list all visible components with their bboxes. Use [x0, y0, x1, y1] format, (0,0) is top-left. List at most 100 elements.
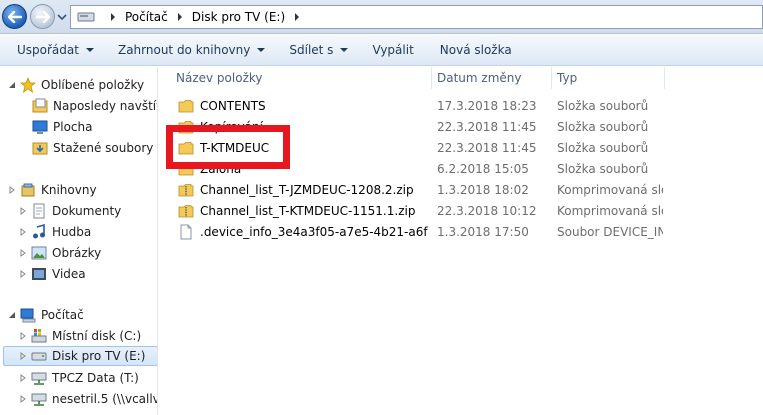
computer-icon [20, 308, 36, 323]
computer-label: Počítač [41, 308, 84, 322]
star-icon [20, 77, 36, 93]
collapse-arrow-icon[interactable] [8, 311, 16, 319]
computer-header[interactable]: Počítač [8, 305, 84, 325]
sidebar-item-disk-e[interactable]: Disk pro TV (E:) [3, 346, 157, 366]
file-icon [180, 224, 192, 239]
arrow-left-icon [7, 10, 22, 23]
organize-button[interactable]: Uspořádat [8, 39, 103, 62]
share-with-label: Sdílet s [289, 43, 334, 57]
file-type: Složka souborů [557, 98, 649, 113]
desktop-icon [32, 120, 48, 134]
expand-arrow-icon[interactable] [19, 207, 27, 215]
file-row[interactable]: .device_info_3e4a3f05-a7e5-4b21-a6f8-c2.… [159, 221, 763, 242]
recent-places-label: Naposledy navštívené [53, 99, 157, 113]
recent-places-icon [32, 98, 48, 113]
expand-arrow-icon[interactable] [19, 374, 27, 382]
tpcz-data-label: TPCZ Data (T:) [52, 371, 139, 385]
desktop-label: Plocha [53, 120, 93, 134]
downloads-folder-icon [32, 142, 48, 155]
chevron-right-icon[interactable] [292, 12, 302, 22]
file-date: 22.3.2018 10:12 [437, 203, 537, 218]
column-divider[interactable] [551, 67, 552, 89]
file-type: Soubor DEVICE_INFO [557, 224, 663, 239]
recent-pages-dropdown[interactable] [57, 11, 67, 23]
chevron-right-icon[interactable] [175, 12, 185, 22]
include-in-library-button[interactable]: Zahrnout do knihovny [109, 39, 274, 62]
network-drive-icon [31, 393, 47, 406]
sidebar-item-music[interactable]: Hudba [19, 222, 91, 242]
music-label: Hudba [52, 225, 92, 239]
organize-label: Uspořádat [17, 43, 79, 57]
column-date-label: Datum změny [437, 71, 522, 85]
column-header-date[interactable]: Datum změny [437, 67, 547, 89]
favorites-label: Oblíbené položky [41, 78, 145, 92]
file-type: Komprimovaná složka [557, 203, 663, 218]
file-type: Složka souborů [557, 119, 649, 134]
chevron-right-icon [111, 13, 115, 21]
breadcrumb-drive[interactable]: Disk pro TV (E:) [192, 10, 285, 24]
address-bar-area: Počítač Disk pro TV (E:) [0, 0, 763, 34]
network-drive-icon [31, 372, 47, 385]
sidebar-item-documents[interactable]: Dokumenty [19, 201, 121, 221]
share-with-button[interactable]: Sdílet s [280, 39, 357, 62]
column-header-name[interactable]: Název položky [176, 67, 431, 89]
expand-arrow-icon[interactable] [19, 270, 27, 278]
disk-e-label: Disk pro TV (E:) [52, 349, 146, 363]
file-name: .device_info_3e4a3f05-a7e5-4b21-a6f8-c2.… [200, 224, 428, 239]
collapse-arrow-icon[interactable] [8, 81, 16, 89]
burn-button[interactable]: Vypálit [363, 39, 422, 62]
chevron-down-icon [340, 48, 349, 52]
file-type: Komprimovaná složka [557, 182, 663, 197]
expand-arrow-icon[interactable] [19, 395, 27, 403]
column-name-label: Název položky [176, 71, 263, 85]
local-disk-c-label: Místní disk (C:) [52, 329, 142, 343]
expand-arrow-icon[interactable] [19, 352, 27, 360]
sidebar-item-nesetril[interactable]: nesetril.5 (\\vcallvox [19, 389, 157, 409]
column-header-type[interactable]: Typ [557, 67, 677, 89]
sidebar-item-tpcz-data[interactable]: TPCZ Data (T:) [19, 368, 139, 388]
file-date: 1.3.2018 17:50 [437, 224, 529, 239]
file-date: 22.3.2018 11:45 [437, 140, 537, 155]
column-divider[interactable] [664, 67, 665, 89]
highlight-annotation-box [166, 125, 290, 169]
expand-arrow-icon[interactable] [19, 228, 27, 236]
address-box[interactable]: Počítač Disk pro TV (E:) [70, 5, 763, 29]
libraries-icon [21, 183, 35, 197]
libraries-header[interactable]: Knihovny [8, 180, 97, 200]
file-date: 6.2.2018 15:05 [437, 161, 529, 176]
sidebar-item-recent-places[interactable]: Naposledy navštívené [32, 96, 157, 116]
pictures-label: Obrázky [52, 246, 102, 260]
folder-icon [178, 99, 194, 112]
removable-drive-icon [31, 352, 47, 361]
music-icon [33, 224, 45, 239]
downloads-label: Stažené soubory [53, 141, 154, 155]
breadcrumb-computer[interactable]: Počítač [125, 10, 168, 24]
documents-label: Dokumenty [52, 204, 122, 218]
expand-arrow-icon[interactable] [19, 249, 27, 257]
zip-folder-icon [178, 183, 194, 196]
new-folder-label: Nová složka [439, 43, 512, 57]
pictures-icon [31, 246, 47, 260]
file-row[interactable]: CONTENTS 17.3.2018 18:23 Složka souborů [159, 95, 763, 116]
sidebar-item-desktop[interactable]: Plocha [32, 117, 92, 137]
new-folder-button[interactable]: Nová složka [431, 39, 521, 62]
sidebar-item-downloads[interactable]: Stažené soubory [32, 138, 153, 158]
expand-arrow-icon[interactable] [19, 332, 27, 340]
sidebar-item-local-disk-c[interactable]: Místní disk (C:) [19, 326, 141, 346]
file-row[interactable]: Channel_list_T-JZMDEUC-1208.2.zip 1.3.20… [159, 179, 763, 200]
forward-button[interactable] [30, 4, 55, 29]
arrow-right-icon [35, 10, 50, 23]
column-divider[interactable] [431, 67, 432, 89]
videos-label: Videa [52, 267, 86, 281]
sidebar-item-pictures[interactable]: Obrázky [19, 243, 101, 263]
file-date: 17.3.2018 18:23 [437, 98, 537, 113]
sidebar-item-videos[interactable]: Videa [19, 264, 86, 284]
back-button[interactable] [2, 4, 27, 29]
documents-icon [33, 203, 45, 219]
chevron-down-icon [257, 48, 266, 52]
favorites-header[interactable]: Oblíbené položky [8, 75, 144, 95]
file-row[interactable]: Channel_list_T-KTMDEUC-1151.1.zip 22.3.2… [159, 200, 763, 221]
expand-arrow-icon[interactable] [8, 186, 16, 194]
command-bar: Uspořádat Zahrnout do knihovny Sdílet s … [0, 35, 763, 66]
navigation-pane: Oblíbené položky Naposledy navštívené Pl… [0, 67, 158, 415]
